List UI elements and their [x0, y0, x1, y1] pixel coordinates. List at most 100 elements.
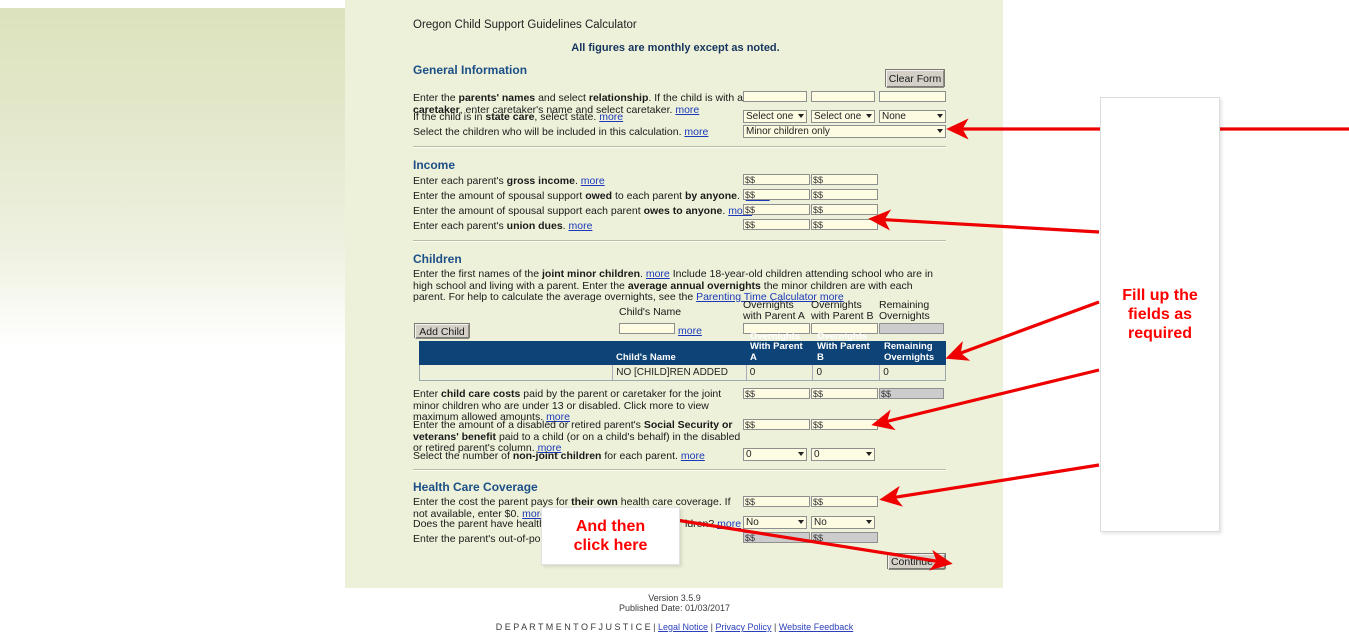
page-background-gradient [0, 8, 345, 348]
union-dues-a-input[interactable]: $ [743, 219, 810, 230]
col-header-overnights-b: Overnights with Parent B [811, 299, 874, 322]
state-care-select-a-value: Select one [746, 111, 794, 122]
label-children-included: Select the children who will be included… [413, 126, 709, 138]
footer-separator-3: | [773, 622, 777, 632]
col-header-overnights-a: Overnights with Parent A [743, 299, 805, 322]
more-link-gross-income[interactable]: more [581, 175, 605, 187]
footer-link-privacy-policy[interactable]: Privacy Policy [715, 622, 771, 632]
calculator-form: Oregon Child Support Guidelines Calculat… [345, 0, 1003, 588]
spousal-owed-to-a-input[interactable]: $ [743, 189, 810, 200]
divider-general [413, 146, 946, 148]
footer-dept-label: D E P A R T M E N T O F J U S T I C E [495, 622, 651, 632]
state-care-select-caretaker[interactable]: None [879, 110, 946, 123]
page-subtitle: All figures are monthly except as noted. [571, 42, 780, 54]
col-header-childs-name: Child's Name [619, 306, 682, 318]
table-cell-name: NO [CHILD]REN ADDED [613, 365, 747, 380]
caretaker-name-input[interactable] [879, 91, 946, 102]
chevron-down-icon [798, 452, 804, 456]
table-cell-overnights-b: 0 [813, 365, 881, 380]
page-top-strip [0, 0, 345, 8]
remaining-overnights-entry-display [879, 323, 944, 334]
more-link-union-dues[interactable]: more [569, 220, 593, 232]
table-cell-remaining: 0 [883, 367, 889, 378]
non-joint-a-value: 0 [746, 449, 752, 460]
spousal-owes-a-input[interactable]: $ [743, 204, 810, 215]
annotation-box-fill-fields: Fill up the fields as required [1100, 97, 1220, 532]
child-care-total-display: $ [879, 388, 944, 399]
health-available-b-value: No [814, 517, 827, 528]
annotation-fill-line3: required [1127, 325, 1192, 342]
state-care-select-a[interactable]: Select one [743, 110, 807, 123]
footer-version: Version 3.5.9 [648, 593, 701, 603]
label-children-intro: Enter the first names of the joint minor… [413, 268, 934, 303]
child-care-b-input[interactable]: $ [811, 388, 878, 399]
spousal-owed-to-b-input[interactable]: $ [811, 189, 878, 200]
ssa-benefit-b-input[interactable]: $ [811, 419, 878, 430]
annotation-fill-line1: Fill up the [1122, 287, 1198, 304]
children-table-header-blank [419, 341, 613, 365]
chevron-down-icon [937, 129, 943, 133]
health-available-select-a[interactable]: No [743, 516, 807, 529]
health-available-a-value: No [746, 517, 759, 528]
more-link-child-name[interactable]: more [678, 325, 702, 337]
union-dues-b-input[interactable]: $ [811, 219, 878, 230]
label-health-available-right: ldren? more [685, 518, 742, 530]
parent-a-name-input[interactable] [743, 91, 807, 102]
health-cost-b-input[interactable]: $ [811, 496, 878, 507]
label-union-dues: Enter each parent's union dues. more [413, 220, 593, 232]
health-cost-a-input[interactable]: $ [743, 496, 810, 507]
children-table: Child's Name Overnights With Parent A Ov… [419, 331, 946, 381]
continue-label: Continue > [890, 556, 943, 568]
footer-link-legal-notice[interactable]: Legal Notice [658, 622, 708, 632]
table-row: NO [CHILD]REN ADDED 0 0 0 [419, 365, 946, 381]
state-care-select-b[interactable]: Select one [811, 110, 875, 123]
annotation-click-line1: And then [575, 518, 646, 535]
section-heading-general: General Information [413, 63, 528, 77]
non-joint-b-value: 0 [814, 449, 820, 460]
parent-b-name-input[interactable] [811, 91, 875, 102]
more-link-non-joint[interactable]: more [681, 450, 705, 462]
out-of-pocket-b-display: $ [811, 532, 878, 543]
more-link-children-included[interactable]: more [684, 126, 708, 138]
add-child-label: Add Child [419, 325, 465, 338]
more-link-joint-children[interactable]: more [646, 268, 670, 280]
children-table-header-name: Child's Name [616, 351, 676, 363]
more-link-state-care[interactable]: more [599, 111, 623, 123]
annotation-fill-line2: fields as [1127, 306, 1192, 323]
state-care-select-caretaker-value: None [882, 111, 906, 122]
children-table-header-row: Child's Name Overnights With Parent A Ov… [419, 331, 946, 365]
health-available-select-b[interactable]: No [811, 516, 875, 529]
section-heading-income: Income [413, 158, 456, 172]
chevron-down-icon [866, 452, 872, 456]
label-spousal-owes: Enter the amount of spousal support each… [413, 205, 753, 217]
divider-children [413, 469, 946, 471]
more-link-parents-names[interactable]: more [675, 104, 699, 116]
label-gross-income: Enter each parent's gross income. more [413, 175, 605, 187]
children-included-select[interactable]: Minor children only [743, 125, 946, 138]
clear-form-button[interactable]: Clear Form [885, 69, 945, 88]
out-of-pocket-a-display: $ [743, 532, 810, 543]
page-title: Oregon Child Support Guidelines Calculat… [413, 19, 637, 31]
footer-separator-1: | [653, 622, 656, 632]
children-table-header-remaining: Remaining Overnights [884, 341, 935, 363]
continue-button[interactable]: Continue > [887, 553, 946, 570]
gross-income-b-input[interactable]: $ [811, 174, 878, 185]
annotation-click-line2: click here [573, 537, 648, 554]
add-child-button[interactable]: Add Child [414, 323, 470, 339]
section-heading-children: Children [413, 252, 462, 266]
child-name-entry-input[interactable] [619, 323, 675, 334]
label-state-care: If the child is in state care, select st… [413, 111, 624, 123]
state-care-select-b-value: Select one [814, 111, 862, 122]
footer-separator-2: | [710, 622, 713, 632]
non-joint-children-select-b[interactable]: 0 [811, 448, 875, 461]
gross-income-a-input[interactable]: $ [743, 174, 810, 185]
non-joint-children-select-a[interactable]: 0 [743, 448, 807, 461]
ssa-benefit-a-input[interactable]: $ [743, 419, 810, 430]
footer-link-website-feedback[interactable]: Website Feedback [779, 622, 853, 632]
more-link-health-available[interactable]: more [717, 518, 741, 530]
label-non-joint-children: Select the number of non-joint children … [413, 450, 705, 462]
table-cell-overnights-a: 0 [747, 365, 814, 380]
child-care-a-input[interactable]: $ [743, 388, 810, 399]
spousal-owes-b-input[interactable]: $ [811, 204, 878, 215]
chevron-down-icon [937, 114, 943, 118]
